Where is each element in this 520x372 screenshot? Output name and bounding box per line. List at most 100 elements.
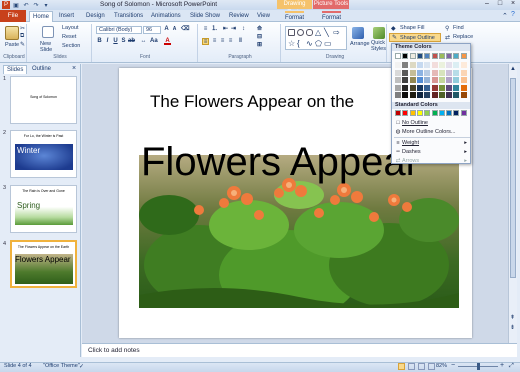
theme-shade-swatch[interactable] — [446, 69, 453, 76]
zoom-level[interactable]: 82% — [436, 363, 447, 369]
notes-pane[interactable]: Click to add notes — [82, 343, 517, 357]
new-slide-button[interactable]: New Slide — [40, 41, 56, 53]
no-outline-item[interactable]: □ No Outline — [394, 119, 470, 127]
theme-shade-swatch[interactable] — [438, 69, 445, 76]
shapes-gallery[interactable]: △ ╲ ⇨ ☆ { ∿ ⬠ ▭ — [285, 26, 347, 50]
theme-shade-swatch[interactable] — [416, 62, 423, 68]
align-right-icon[interactable]: ≡ — [219, 38, 226, 45]
theme-shade-swatch[interactable] — [453, 69, 460, 76]
align-text-icon[interactable]: ⊟ — [256, 34, 263, 41]
theme-shade-swatch[interactable] — [446, 77, 453, 83]
justify-icon[interactable]: ≡ — [227, 38, 234, 45]
theme-shade-swatch[interactable] — [416, 84, 423, 91]
theme-shade-swatch[interactable] — [395, 84, 401, 91]
theme-color-swatch[interactable] — [424, 53, 431, 59]
standard-color-swatch[interactable] — [431, 110, 438, 116]
arrange-icon[interactable] — [352, 27, 364, 39]
theme-shade-swatch[interactable] — [424, 92, 431, 98]
theme-color-swatch[interactable] — [416, 53, 423, 59]
tab-insert[interactable]: Insert — [59, 11, 74, 22]
zoom-slider-thumb[interactable] — [477, 363, 480, 370]
scroll-up-icon[interactable]: ▲ — [510, 66, 516, 72]
theme-shade-swatch[interactable] — [409, 84, 416, 91]
clear-format-icon[interactable]: ⌫ — [181, 26, 189, 33]
shape-fill-icon[interactable]: ◆ — [391, 25, 396, 32]
theme-shade-swatch[interactable] — [409, 77, 416, 83]
tab-format-picture[interactable]: Format — [322, 11, 342, 22]
theme-shade-swatch[interactable] — [446, 62, 453, 68]
text-direction-icon[interactable]: ⟰ — [256, 26, 263, 33]
theme-color-swatch[interactable] — [460, 53, 467, 59]
theme-shade-swatch[interactable] — [438, 84, 445, 91]
minimize-ribbon-icon[interactable]: ⌃ — [502, 12, 508, 20]
theme-shade-swatch[interactable] — [431, 77, 438, 83]
theme-shade-swatch[interactable] — [453, 62, 460, 68]
slide-thumbnail-4[interactable]: The Flowers Appear on the Earth Flowers … — [10, 240, 77, 288]
reset-button[interactable]: Reset — [62, 34, 76, 40]
minimize-icon[interactable]: – — [481, 0, 493, 8]
theme-shade-swatch[interactable] — [438, 77, 445, 83]
scroll-thumb[interactable] — [510, 78, 516, 278]
align-center-icon[interactable]: ≡ — [211, 38, 218, 45]
next-slide-icon[interactable]: ⇟ — [510, 324, 515, 331]
theme-shade-swatch[interactable] — [424, 69, 431, 76]
dashes-item[interactable]: ┅ Dashes ▸ — [394, 148, 470, 156]
shape-brace-icon[interactable]: { — [297, 39, 300, 48]
theme-shade-swatch[interactable] — [402, 84, 409, 91]
theme-shade-swatch[interactable] — [460, 84, 467, 91]
standard-color-swatch[interactable] — [438, 110, 445, 116]
smartart-icon[interactable]: ⊞ — [256, 42, 263, 49]
theme-shade-swatch[interactable] — [431, 92, 438, 98]
tab-transitions[interactable]: Transitions — [114, 11, 143, 22]
shape-curve-icon[interactable]: ∿ — [306, 39, 313, 48]
theme-shade-swatch[interactable] — [395, 69, 401, 76]
shape-callout-icon[interactable]: ▭ — [324, 39, 332, 48]
section-button[interactable]: Section — [62, 43, 80, 49]
bullets-icon[interactable]: ≡ — [202, 26, 209, 33]
wordart-title[interactable]: Flowers Appear — [141, 140, 419, 185]
columns-icon[interactable]: ‖ — [237, 38, 244, 45]
quick-styles-button[interactable]: Quick Styles — [371, 40, 388, 52]
shape-oval-icon[interactable] — [297, 29, 304, 36]
underline-icon[interactable]: U — [112, 38, 119, 45]
theme-color-swatch[interactable] — [438, 53, 445, 59]
weight-item[interactable]: ≡ Weight ▸ — [394, 139, 470, 147]
shape-star-icon[interactable]: ☆ — [288, 39, 295, 48]
replace-icon[interactable]: ⇄ — [445, 34, 450, 41]
char-spacing-icon[interactable]: ↔ — [140, 38, 147, 45]
zoom-in-icon[interactable]: + — [500, 362, 504, 369]
shrink-font-icon[interactable]: A — [171, 26, 178, 33]
theme-shade-swatch[interactable] — [402, 69, 409, 76]
theme-shade-swatch[interactable] — [424, 62, 431, 68]
theme-color-swatch[interactable] — [446, 53, 453, 59]
paste-button[interactable]: Paste — [5, 42, 19, 48]
vertical-scrollbar[interactable]: ▲ ⇞ ⇟ — [508, 64, 517, 343]
font-family-select[interactable]: Calibri (Body) — [96, 26, 142, 34]
arrange-button[interactable]: Arrange — [350, 41, 370, 47]
theme-shade-swatch[interactable] — [453, 84, 460, 91]
theme-shade-swatch[interactable] — [460, 62, 467, 68]
theme-color-swatch[interactable] — [453, 53, 460, 59]
theme-shade-swatch[interactable] — [395, 92, 401, 98]
tab-file[interactable]: File — [0, 10, 26, 22]
redo-icon[interactable]: ↷ — [32, 1, 40, 9]
theme-shade-swatch[interactable] — [460, 69, 467, 76]
standard-color-swatch[interactable] — [424, 110, 431, 116]
tab-view[interactable]: View — [257, 11, 270, 22]
standard-color-swatch[interactable] — [416, 110, 423, 116]
copy-icon[interactable]: ⧉ — [20, 33, 24, 40]
theme-color-swatch[interactable] — [395, 53, 401, 59]
slideshow-view-icon[interactable] — [428, 363, 435, 370]
save-icon[interactable]: ▣ — [12, 1, 20, 9]
numbering-icon[interactable]: ⒈ — [211, 26, 218, 33]
theme-shade-swatch[interactable] — [438, 62, 445, 68]
shape-rounded-rect-icon[interactable] — [306, 29, 313, 36]
grow-font-icon[interactable]: A — [163, 26, 170, 33]
find-button[interactable]: Find — [453, 25, 464, 31]
bold-icon[interactable]: B — [96, 38, 103, 45]
theme-shade-swatch[interactable] — [409, 62, 416, 68]
slide-thumbnail-1[interactable]: Song of Solomon — [10, 76, 77, 124]
tab-home[interactable]: Home — [29, 11, 54, 22]
more-outline-colors-item[interactable]: ◍ More Outline Colors... — [394, 128, 470, 136]
theme-shade-swatch[interactable] — [402, 92, 409, 98]
